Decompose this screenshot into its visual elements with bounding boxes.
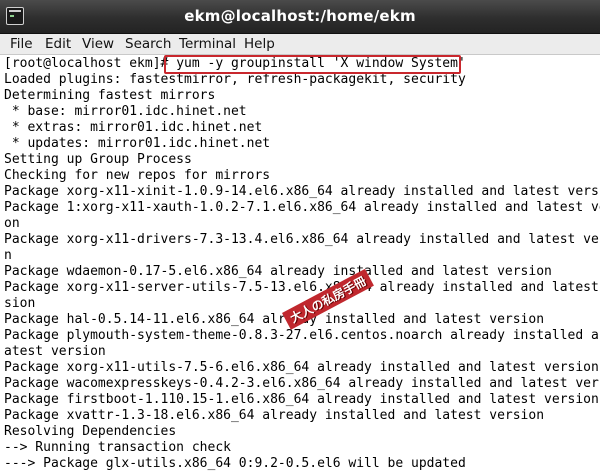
output-line: Package xvattr-1.3-18.el6.x86_64 already… xyxy=(4,408,545,423)
output-line: sion xyxy=(4,296,36,311)
output-line: Package xorg-x11-utils-7.5-6.el6.x86_64 … xyxy=(4,360,599,375)
menu-terminal[interactable]: Terminal xyxy=(179,35,236,53)
output-line: Package xorg-x11-xinit-1.0.9-14.el6.x86_… xyxy=(4,184,600,199)
terminal-window: ekm@localhost:/home/ekm File Edit View S… xyxy=(0,0,600,472)
menu-edit[interactable]: Edit xyxy=(45,35,71,53)
output-line: * base: mirror01.idc.hinet.net xyxy=(4,104,247,119)
output-line: * updates: mirror01.idc.hinet.net xyxy=(4,136,271,151)
menu-search[interactable]: Search xyxy=(125,35,171,53)
output-line: n xyxy=(4,248,12,263)
typed-command: yum -y groupinstall 'X window System' xyxy=(176,56,466,71)
menu-bar: File Edit View Search Terminal Help xyxy=(0,34,600,55)
output-line: Package firstboot-1.110.15-1.el6.x86_64 … xyxy=(4,392,599,407)
output-line: Loaded plugins: fastestmirror, refresh-p… xyxy=(4,72,466,87)
output-line: --> Running transaction check xyxy=(4,440,231,455)
output-line: Package wacomexpresskeys-0.4.2-3.el6.x86… xyxy=(4,376,600,391)
terminal-output[interactable]: [root@localhost ekm]# yum -y groupinstal… xyxy=(0,55,600,472)
title-bar[interactable]: ekm@localhost:/home/ekm xyxy=(0,0,600,34)
output-line: atest version xyxy=(4,344,106,359)
output-line: ---> Package glx-utils.x86_64 0:9.2-0.5.… xyxy=(4,456,466,471)
output-line: Package xorg-x11-drivers-7.3-13.4.el6.x8… xyxy=(4,232,600,247)
output-line: Package wdaemon-0.17-5.el6.x86_64 alread… xyxy=(4,264,552,279)
output-line: on xyxy=(4,216,20,231)
output-line: Checking for new repos for mirrors xyxy=(4,168,271,183)
menu-help[interactable]: Help xyxy=(244,35,275,53)
output-line: Package 1:xorg-x11-xauth-1.0.2-7.1.el6.x… xyxy=(4,200,600,215)
output-line: Package hal-0.5.14-11.el6.x86_64 already… xyxy=(4,312,545,327)
output-line: Setting up Group Process xyxy=(4,152,192,167)
shell-prompt: [root@localhost ekm]# xyxy=(4,56,177,71)
output-line: * extras: mirror01.idc.hinet.net xyxy=(4,120,263,135)
window-title: ekm@localhost:/home/ekm xyxy=(184,7,416,25)
menu-view[interactable]: View xyxy=(82,35,114,53)
menu-file[interactable]: File xyxy=(10,35,33,53)
output-line: Package xorg-x11-server-utils-7.5-13.el6… xyxy=(4,280,600,295)
output-line: Resolving Dependencies xyxy=(4,424,177,439)
prompt-line: [root@localhost ekm]# yum -y groupinstal… xyxy=(4,56,466,72)
output-line: Package plymouth-system-theme-0.8.3-27.e… xyxy=(4,328,600,343)
output-line: Determining fastest mirrors xyxy=(4,88,216,103)
